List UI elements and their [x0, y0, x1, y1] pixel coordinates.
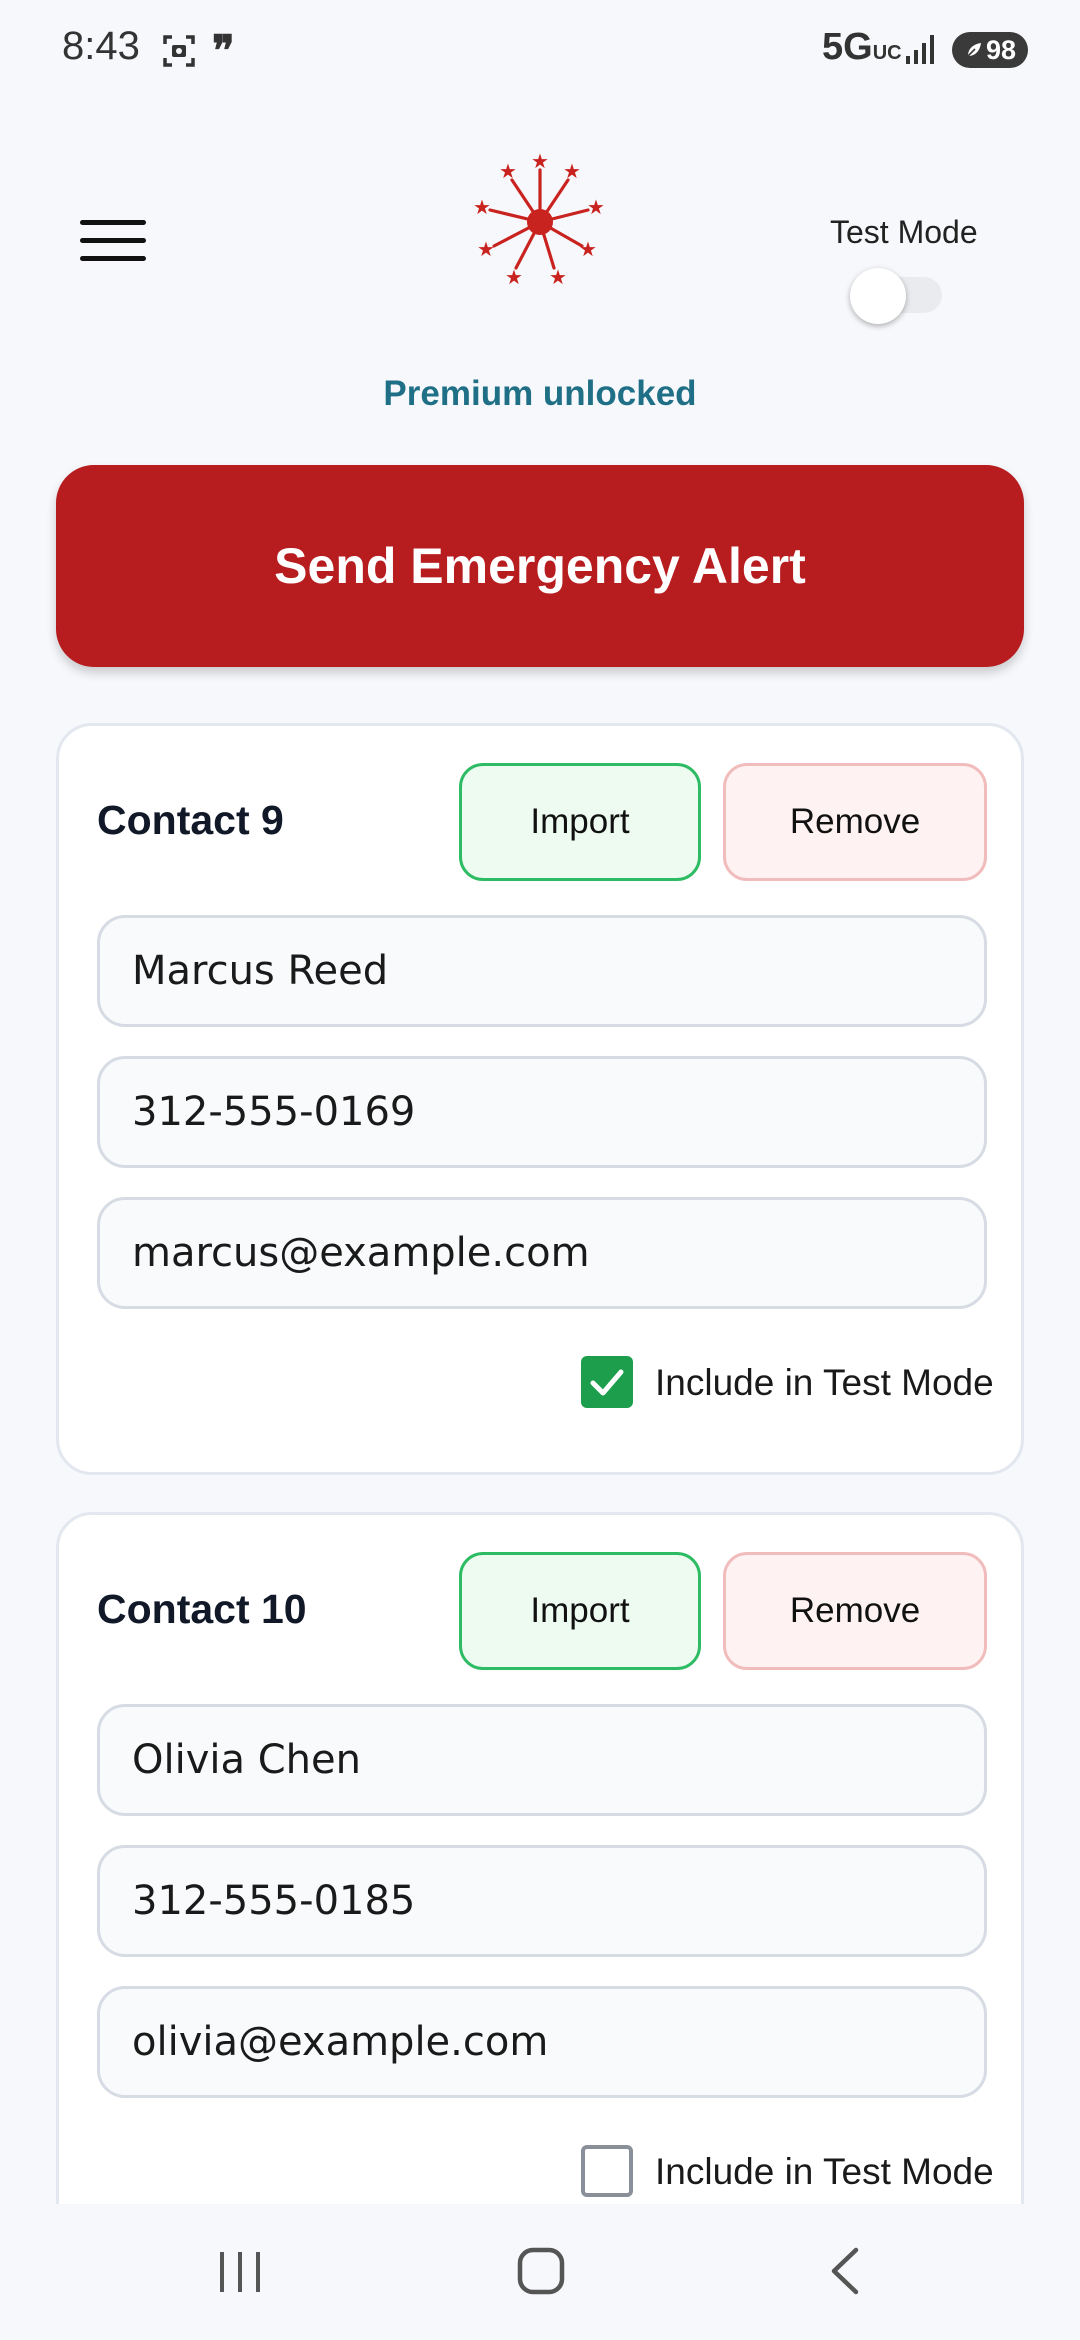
- toggle-thumb: [850, 268, 906, 324]
- svg-text:★: ★: [477, 237, 495, 261]
- network-type: 5G: [822, 26, 873, 68]
- contact-email-field[interactable]: [97, 1986, 987, 2098]
- contact-name-field[interactable]: [97, 1704, 987, 1816]
- system-nav-bar: [0, 2204, 1080, 2340]
- svg-text:★: ★: [587, 195, 605, 219]
- remove-button[interactable]: Remove: [723, 1552, 987, 1670]
- battery-level: 98: [985, 34, 1017, 65]
- remove-button[interactable]: Remove: [723, 763, 987, 881]
- contact-card: Contact 10 Import Remove Include in Test…: [56, 1512, 1024, 2272]
- status-bar: 8:43 ❞ 5GUC 98: [0, 0, 1080, 100]
- menu-bar-top: [80, 220, 146, 225]
- contact-title: Contact 9: [97, 797, 284, 843]
- include-test-mode-label: Include in Test Mode: [655, 2151, 994, 2192]
- menu-bar-middle: [80, 238, 146, 243]
- back-icon[interactable]: [826, 2246, 866, 2296]
- test-mode-label: Test Mode: [830, 214, 978, 250]
- import-button[interactable]: Import: [459, 763, 701, 881]
- test-mode-toggle[interactable]: [850, 268, 942, 324]
- svg-text:★: ★: [531, 150, 549, 173]
- include-test-mode-checkbox[interactable]: [581, 2145, 633, 2197]
- battery-saver-icon: [967, 43, 981, 57]
- include-test-mode-checkbox[interactable]: [581, 1356, 633, 1408]
- import-button[interactable]: Import: [459, 1552, 701, 1670]
- quote-icon: ❞: [212, 26, 235, 75]
- menu-button[interactable]: [80, 218, 148, 264]
- home-icon[interactable]: [516, 2246, 566, 2296]
- network-subtype: UC: [872, 42, 902, 64]
- svg-text:★: ★: [549, 265, 567, 289]
- contact-card: Contact 9 Import Remove Include in Test …: [56, 723, 1024, 1475]
- premium-status: Premium unlocked: [383, 374, 697, 413]
- screenshot-icon: [163, 35, 195, 67]
- app-screen: 8:43 ❞ 5GUC 98 ★ ★ ★ ★ ★ ★ ★ ★ ★ Test Mo…: [0, 0, 1080, 2340]
- svg-text:★: ★: [579, 237, 597, 261]
- network-indicator: 5GUC: [822, 26, 902, 69]
- contact-phone-field[interactable]: [97, 1056, 987, 1168]
- svg-text:★: ★: [505, 265, 523, 289]
- svg-text:★: ★: [563, 159, 581, 183]
- contact-title: Contact 10: [97, 1586, 307, 1632]
- battery-indicator: 98: [952, 32, 1028, 68]
- signal-icon: [906, 35, 934, 64]
- contact-phone-field[interactable]: [97, 1845, 987, 1957]
- menu-bar-bottom: [80, 256, 146, 261]
- checkmark-icon: [590, 1369, 624, 1396]
- send-emergency-alert-button[interactable]: Send Emergency Alert: [56, 465, 1024, 667]
- starburst-logo-icon: ★ ★ ★ ★ ★ ★ ★ ★ ★: [473, 150, 605, 289]
- recents-icon[interactable]: [216, 2248, 264, 2296]
- svg-text:★: ★: [499, 159, 517, 183]
- contact-email-field[interactable]: [97, 1197, 987, 1309]
- include-test-mode-label: Include in Test Mode: [655, 1362, 994, 1403]
- svg-text:★: ★: [473, 195, 491, 219]
- status-time: 8:43: [62, 24, 140, 68]
- contact-name-field[interactable]: [97, 915, 987, 1027]
